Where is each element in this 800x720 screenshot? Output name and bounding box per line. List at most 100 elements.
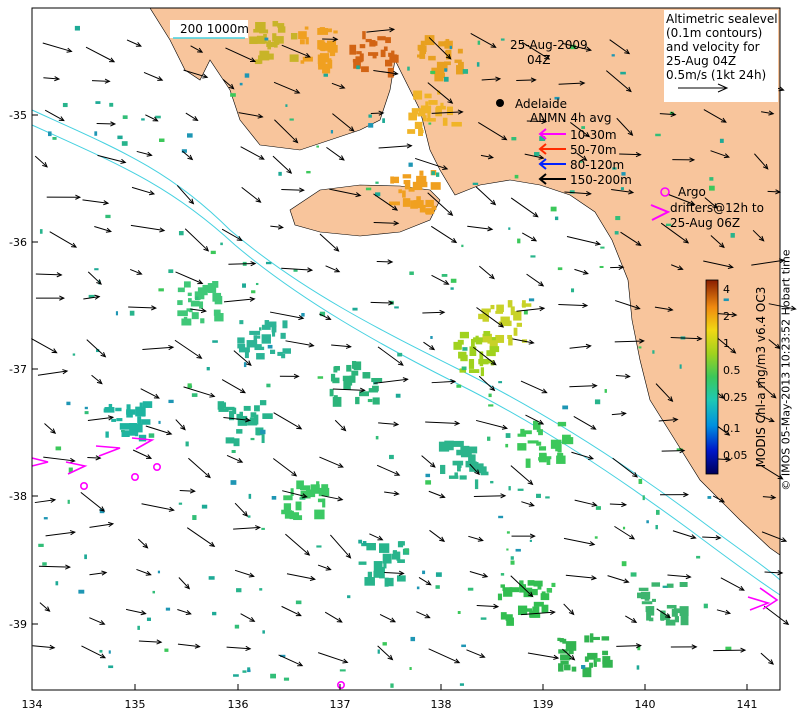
chlorophyll-cell <box>290 488 294 496</box>
chlorophyll-cell <box>534 152 540 157</box>
chlorophyll-cell <box>467 587 474 591</box>
svg-text:and velocity for: and velocity for <box>666 40 760 54</box>
map-canvas: 134 135 136 137 138 139 140 141-35-36-37-38-39 … <box>0 0 800 720</box>
chlorophyll-cell <box>506 548 509 551</box>
chlorophyll-cell <box>230 93 236 97</box>
chlorophyll-cell <box>372 397 380 405</box>
chlorophyll-cell <box>703 603 708 609</box>
chlorophyll-cell <box>424 35 435 46</box>
chlorophyll-cell <box>390 176 395 184</box>
chlorophyll-cell <box>571 666 577 672</box>
chlorophyll-cell <box>382 642 387 646</box>
chlorophyll-cell <box>255 282 259 286</box>
chlorophyll-cell <box>197 287 208 296</box>
chlorophyll-cell <box>410 636 416 642</box>
chlorophyll-cell <box>267 344 273 349</box>
chlorophyll-cell <box>420 105 432 114</box>
chlorophyll-cell <box>480 367 485 377</box>
chlorophyll-cell <box>527 440 539 444</box>
chlorophyll-cell <box>422 48 426 55</box>
chlorophyll-cell <box>84 554 87 560</box>
chlorophyll-cell <box>84 406 88 410</box>
chlorophyll-cell <box>105 431 109 438</box>
chlorophyll-cell <box>212 611 217 616</box>
chlorophyll-cell <box>559 638 564 643</box>
chlorophyll-cell <box>388 577 394 587</box>
chlorophyll-cell <box>523 430 532 435</box>
chlorophyll-cell <box>231 450 236 454</box>
chlorophyll-cell <box>430 336 433 339</box>
chlorophyll-cell <box>183 281 191 288</box>
chlorophyll-cell <box>640 591 651 600</box>
chlorophyll-cell <box>261 527 265 530</box>
chlorophyll-cell <box>620 187 624 191</box>
chlorophyll-cell <box>460 449 464 454</box>
chlorophyll-cell <box>375 181 379 184</box>
chlorophyll-cell <box>356 65 360 70</box>
chlorophyll-cell <box>362 31 366 40</box>
chlorophyll-cell <box>201 504 208 509</box>
chlorophyll-cell <box>413 200 424 209</box>
chlorophyll-cell <box>375 435 379 440</box>
chlorophyll-cell <box>709 185 715 191</box>
chlorophyll-cell <box>239 82 243 86</box>
chlorophyll-cell <box>397 352 403 357</box>
chlorophyll-cell <box>389 454 394 460</box>
chlorophyll-cell <box>359 44 366 49</box>
chlorophyll-cell <box>594 536 598 539</box>
chlorophyll-cell <box>233 674 239 677</box>
svg-text:80-120m: 80-120m <box>570 158 624 172</box>
chlorophyll-cell <box>476 62 480 67</box>
chlorophyll-cell <box>426 118 436 122</box>
chlorophyll-cell <box>517 488 524 491</box>
chlorophyll-cell <box>362 372 371 379</box>
chlorophyll-cell <box>538 429 543 436</box>
chlorophyll-cell <box>289 118 294 121</box>
chlorophyll-cell <box>249 36 258 45</box>
chlorophyll-cell <box>282 320 288 329</box>
chlorophyll-cell <box>306 170 311 174</box>
chlorophyll-cell <box>517 443 527 451</box>
chlorophyll-cell <box>259 29 269 34</box>
chlorophyll-cell <box>78 589 85 594</box>
chlorophyll-cell <box>487 436 491 441</box>
velocity-arrow-shaft <box>516 79 536 82</box>
chlorophyll-cell <box>148 433 155 438</box>
chlorophyll-cell <box>199 301 204 309</box>
chlorophyll-cell <box>168 399 174 404</box>
y-tick-label: -39 <box>9 618 27 631</box>
chlorophyll-cell <box>277 351 283 356</box>
chlorophyll-cell <box>725 646 732 651</box>
scale-bar: 200 1000m <box>170 20 249 39</box>
chlorophyll-cell <box>329 388 334 397</box>
chlorophyll-cell <box>444 440 454 451</box>
credit-text: © IMOS 05-May-2013 10:23:52 Hobart time <box>779 249 793 491</box>
chlorophyll-cell <box>462 347 468 351</box>
chlorophyll-cell <box>461 644 466 648</box>
chlorophyll-cell <box>135 406 146 417</box>
chlorophyll-cell <box>409 271 414 275</box>
svg-text:0.05: 0.05 <box>723 449 748 462</box>
chlorophyll-cell <box>589 662 593 668</box>
chlorophyll-cell <box>424 93 432 99</box>
chlorophyll-cell <box>422 570 426 575</box>
chlorophyll-cell <box>74 25 80 31</box>
chlorophyll-cell <box>513 327 518 336</box>
chlorophyll-cell <box>158 288 164 292</box>
svg-text:drifters@12h to: drifters@12h to <box>670 201 764 215</box>
svg-text:ANMN 4h avg: ANMN 4h avg <box>530 111 611 125</box>
chlorophyll-cell <box>373 561 383 571</box>
chlorophyll-cell <box>52 136 57 140</box>
chlorophyll-cell <box>364 577 375 586</box>
chlorophyll-cell <box>394 306 399 309</box>
svg-text:0.5m/s (1kt 24h): 0.5m/s (1kt 24h) <box>666 68 766 82</box>
chlorophyll-cell <box>435 172 440 177</box>
chlorophyll-cell <box>679 582 688 587</box>
chlorophyll-cell <box>444 68 448 72</box>
chlorophyll-cell <box>392 550 397 557</box>
chlorophyll-cell <box>317 28 329 35</box>
chlorophyll-cell <box>646 611 651 621</box>
velocity-arrow-shaft <box>370 301 393 304</box>
chlorophyll-cell <box>187 383 192 389</box>
chlorophyll-cell <box>62 102 68 108</box>
